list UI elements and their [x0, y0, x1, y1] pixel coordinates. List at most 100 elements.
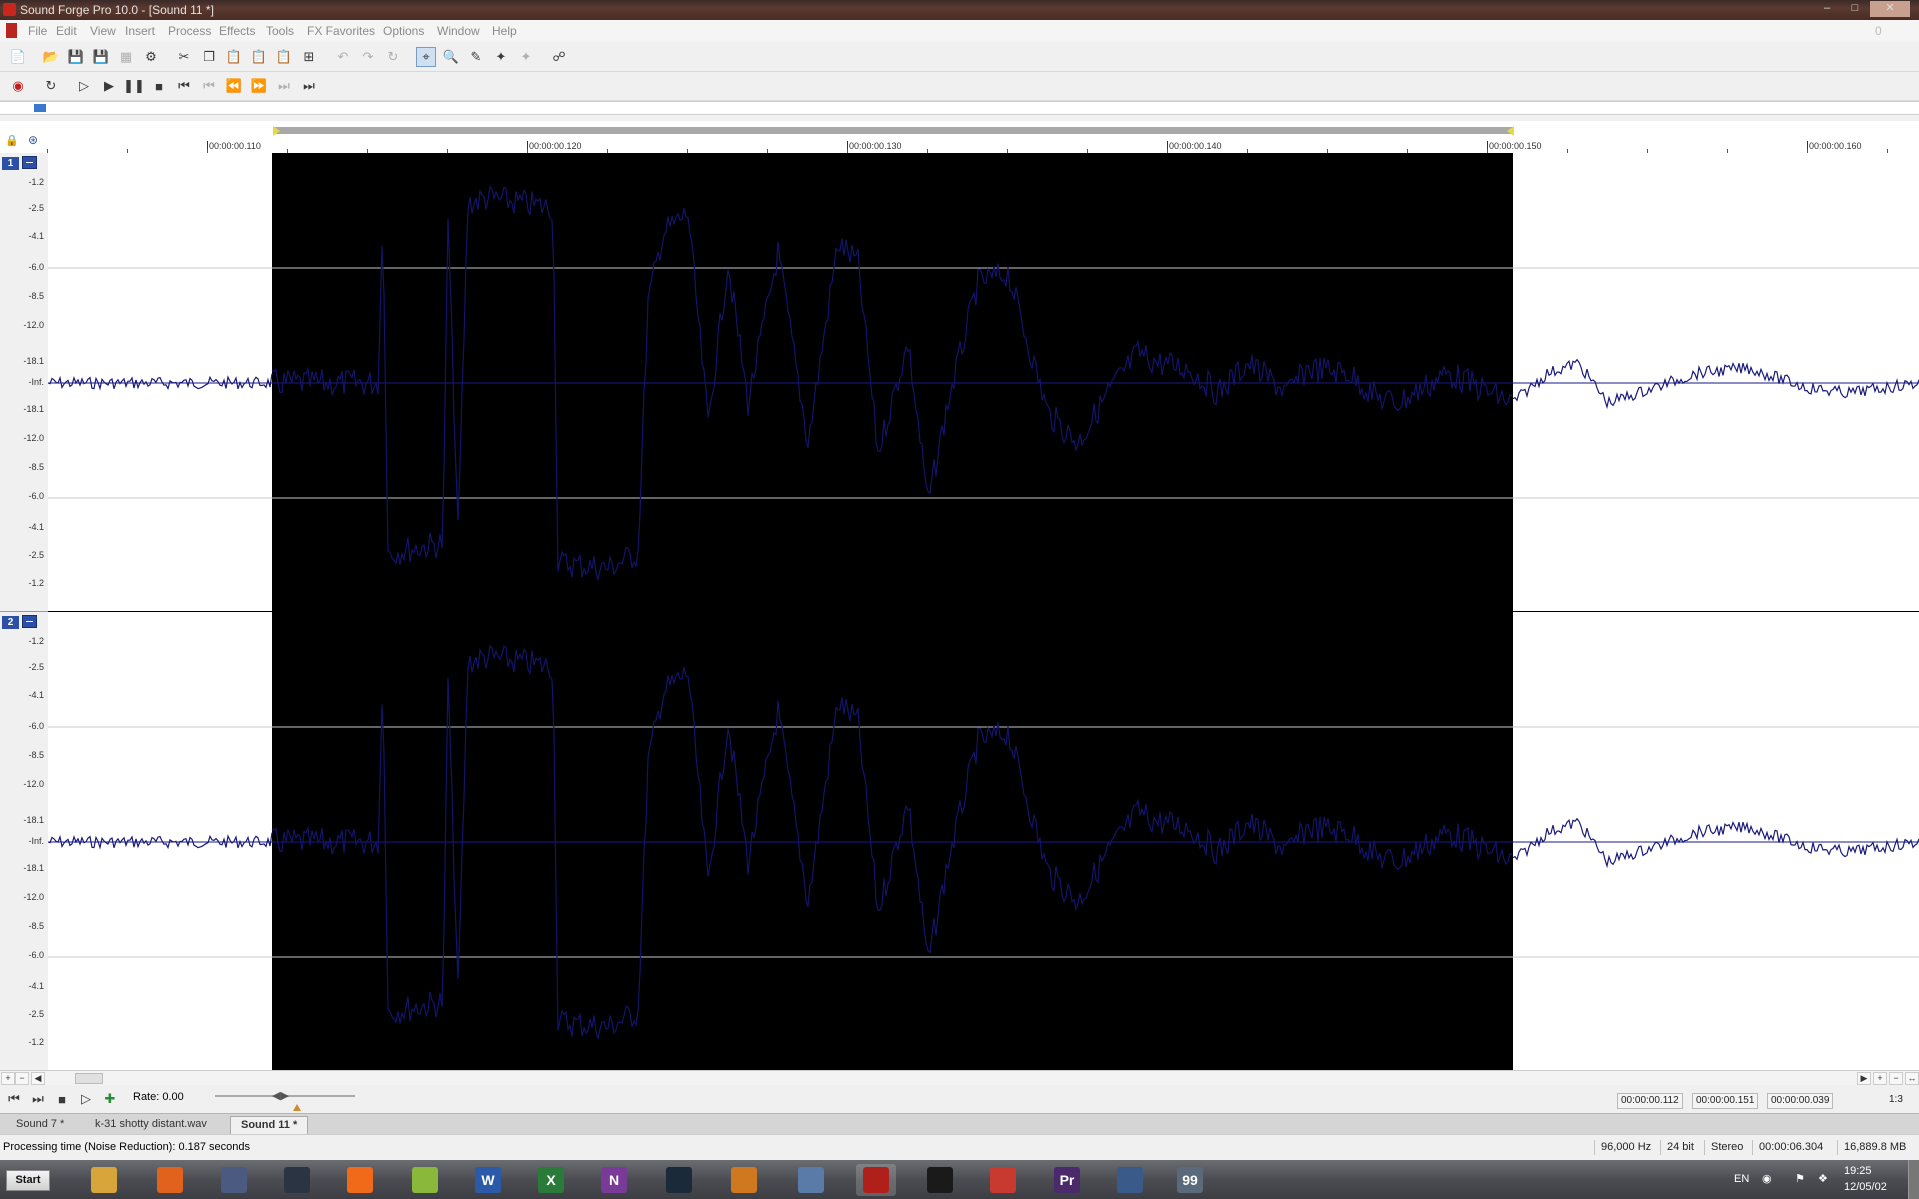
- scroll-thumb[interactable]: [75, 1073, 103, 1084]
- clock-time[interactable]: 19:25: [1844, 1165, 1872, 1177]
- selection-start-marker[interactable]: [273, 126, 280, 136]
- playbar-play-icon[interactable]: ▷: [76, 1089, 96, 1109]
- time-ruler[interactable]: 🔒 ⊛ 00:00:00.110 00:00:00.120 00:00:00.1…: [0, 121, 1919, 154]
- tab-sound-7[interactable]: Sound 7 *: [6, 1116, 74, 1133]
- envelope-tool-icon[interactable]: ✦: [491, 47, 511, 67]
- forward-icon[interactable]: ⏩: [249, 76, 269, 96]
- language-indicator[interactable]: EN: [1734, 1173, 1749, 1185]
- menu-view[interactable]: View: [90, 24, 116, 38]
- channel-1-badge[interactable]: 1: [2, 157, 19, 170]
- play-all-icon[interactable]: ▷: [74, 76, 94, 96]
- control-panel-icon[interactable]: [1110, 1164, 1150, 1196]
- dropbox-icon[interactable]: ❖: [1818, 1172, 1828, 1185]
- monitor-app-icon[interactable]: 99: [1170, 1164, 1210, 1196]
- edit-tool-icon[interactable]: ⌖: [416, 47, 436, 67]
- scroll-left-button[interactable]: ◀: [31, 1072, 45, 1085]
- properties-icon[interactable]: ⚙: [141, 47, 161, 67]
- redo-icon[interactable]: ↷: [358, 47, 378, 67]
- tab-k31-shotty[interactable]: k-31 shotty distant.wav: [85, 1116, 217, 1133]
- selection-length-field[interactable]: 00:00:00.039: [1767, 1093, 1834, 1109]
- menu-window[interactable]: Window: [437, 24, 480, 38]
- premiere-icon[interactable]: Pr: [1047, 1164, 1087, 1196]
- play-icon[interactable]: ▶: [99, 76, 119, 96]
- previous-marker-icon[interactable]: ⏮: [199, 76, 219, 96]
- loop-icon[interactable]: ☍: [549, 47, 569, 67]
- menu-options[interactable]: Options: [383, 24, 424, 38]
- magnify-tool-icon[interactable]: 🔍: [441, 47, 461, 67]
- pencil-tool-icon[interactable]: ✎: [466, 47, 486, 67]
- origin-icon[interactable]: [340, 1164, 380, 1196]
- undo-icon[interactable]: ↶: [333, 47, 353, 67]
- paste-special-icon[interactable]: 📋: [249, 47, 269, 67]
- save-as-icon[interactable]: 💾: [91, 47, 111, 67]
- onenote-icon[interactable]: N: [594, 1164, 634, 1196]
- stop-icon[interactable]: ■: [149, 76, 169, 96]
- selection-end-marker[interactable]: [1507, 126, 1514, 136]
- document-icon[interactable]: [6, 23, 17, 38]
- tab-sound-11[interactable]: Sound 11 *: [230, 1116, 309, 1134]
- menu-help[interactable]: Help: [492, 24, 517, 38]
- clock-date[interactable]: 12/05/02: [1844, 1181, 1887, 1193]
- reason-app-icon[interactable]: [724, 1164, 764, 1196]
- horizontal-scrollbar[interactable]: + − ◀ ▶ + − ↔: [0, 1070, 1919, 1086]
- trim-icon[interactable]: ⊞: [299, 47, 319, 67]
- menu-edit[interactable]: Edit: [56, 24, 77, 38]
- selection-bar[interactable]: [273, 126, 1514, 136]
- scroll-right-button[interactable]: ▶: [1857, 1072, 1871, 1085]
- channel-2-badge[interactable]: 2: [2, 616, 19, 629]
- playbar-go-to-end-icon[interactable]: ⏭: [28, 1089, 48, 1109]
- close-button[interactable]: ✕: [1870, 1, 1910, 17]
- repeat-icon[interactable]: ↻: [383, 47, 403, 67]
- zoom-out-horizontal-button[interactable]: −: [1889, 1072, 1903, 1085]
- menu-tools[interactable]: Tools: [266, 24, 294, 38]
- waveform-area[interactable]: 1 -1.2 -2.5 -4.1 -6.0 -8.5 -12.0 -18.1 -Inf. -18…: [0, 153, 1919, 1070]
- stopwatch-app-icon[interactable]: [214, 1164, 254, 1196]
- excel-icon[interactable]: X: [531, 1164, 571, 1196]
- channel-1-minimize-button[interactable]: [22, 156, 37, 169]
- selection-start-field[interactable]: 00:00:00.112: [1617, 1093, 1683, 1109]
- molecule-app-icon[interactable]: [659, 1164, 699, 1196]
- snap-icon[interactable]: ⊛: [28, 133, 38, 147]
- menu-process[interactable]: Process: [168, 24, 211, 38]
- minimize-button[interactable]: –: [1814, 1, 1840, 17]
- open-icon[interactable]: 📂: [41, 47, 61, 67]
- waveform-display[interactable]: [48, 153, 1919, 1070]
- rate-slider-thumb[interactable]: ◀▶: [272, 1089, 289, 1102]
- overview-bar[interactable]: [0, 101, 1919, 115]
- maximize-button[interactable]: □: [1842, 1, 1868, 17]
- word-icon[interactable]: W: [468, 1164, 508, 1196]
- overview-cursor[interactable]: [34, 104, 46, 112]
- render-icon[interactable]: ▦: [116, 47, 136, 67]
- firefox-icon[interactable]: [150, 1164, 190, 1196]
- menu-insert[interactable]: Insert: [125, 24, 155, 38]
- playbar-go-to-start-icon[interactable]: ⏮: [4, 1089, 24, 1109]
- selection-end-field[interactable]: 00:00:00.151: [1692, 1093, 1759, 1109]
- playbar-shuttle-icon[interactable]: ✚: [100, 1089, 120, 1109]
- menu-file[interactable]: File: [28, 24, 47, 38]
- loop-playback-icon[interactable]: ↻: [41, 76, 61, 96]
- zoom-in-horizontal-button[interactable]: +: [1873, 1072, 1887, 1085]
- channel-2-minimize-button[interactable]: [22, 615, 37, 628]
- headphones-icon[interactable]: [920, 1164, 960, 1196]
- new-icon[interactable]: 📄: [8, 47, 28, 67]
- notepad-plus-icon[interactable]: [405, 1164, 445, 1196]
- sample-rate-cell[interactable]: 96,000 Hz: [1594, 1140, 1657, 1155]
- menu-fx-favorites[interactable]: FX Favorites: [307, 24, 375, 38]
- zoom-in-vertical-button[interactable]: +: [1, 1072, 15, 1085]
- event-tool-icon[interactable]: ✦: [516, 47, 536, 67]
- save-icon[interactable]: 💾: [66, 47, 86, 67]
- wireframe-app-icon[interactable]: [983, 1164, 1023, 1196]
- channels-cell[interactable]: Stereo: [1704, 1140, 1749, 1155]
- mix-icon[interactable]: 📋: [274, 47, 294, 67]
- zoom-out-vertical-button[interactable]: −: [15, 1072, 29, 1085]
- recycle-app-icon[interactable]: [791, 1164, 831, 1196]
- sound-forge-app-icon[interactable]: [3, 3, 16, 16]
- next-marker-icon[interactable]: ⏭: [274, 76, 294, 96]
- steam-icon[interactable]: [277, 1164, 317, 1196]
- paste-icon[interactable]: 📋: [224, 47, 244, 67]
- zoom-ratio[interactable]: 1:3: [1886, 1093, 1906, 1107]
- lock-icon[interactable]: 🔒: [5, 134, 19, 147]
- menu-effects[interactable]: Effects: [219, 24, 255, 38]
- pause-icon[interactable]: ❚❚: [123, 76, 145, 96]
- file-explorer-icon[interactable]: [84, 1164, 124, 1196]
